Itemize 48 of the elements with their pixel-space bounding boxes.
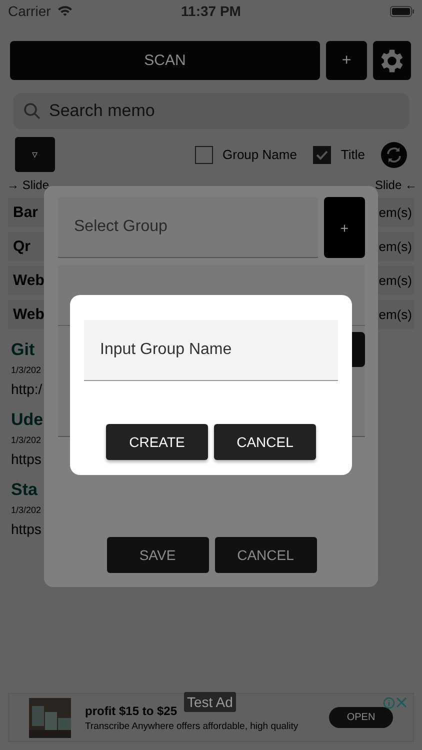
- memo-title[interactable]: Ude: [11, 407, 44, 433]
- ad-title: profit $15 to $25: [85, 704, 178, 718]
- memo-date: 1/3/202: [11, 505, 42, 515]
- checkbox[interactable]: [194, 146, 212, 164]
- search-bar[interactable]: Search memo: [13, 93, 409, 129]
- create-button[interactable]: CREATE: [106, 424, 208, 460]
- open-button[interactable]: OPEN: [329, 707, 393, 728]
- item-count: em(s): [378, 239, 412, 254]
- group-name-field[interactable]: Input Group Name: [84, 320, 338, 381]
- memo-date: 1/3/202: [11, 365, 42, 375]
- battery-icon: [390, 6, 414, 16]
- memo-url: http:/: [11, 381, 42, 397]
- sort-button[interactable]: ▿: [15, 137, 55, 172]
- save-button[interactable]: SAVE: [106, 537, 208, 573]
- memo-title[interactable]: Sta: [11, 477, 38, 503]
- checkbox-label: Group Name: [222, 147, 297, 162]
- group-name: Web: [13, 272, 44, 289]
- test-ad-label: Test Ad: [184, 692, 236, 712]
- item-count: em(s): [378, 205, 412, 220]
- memo-date: 1/3/202: [11, 435, 42, 445]
- wifi-icon: [56, 5, 73, 17]
- hint-text: Slide ←: [374, 178, 417, 192]
- group-name: Bar: [13, 204, 38, 221]
- ad-description: Transcribe Anywhere offers affordable, high quality: [85, 720, 298, 732]
- item-count: em(s): [378, 307, 412, 322]
- info-icon[interactable]: [383, 697, 395, 709]
- settings-button[interactable]: [373, 41, 411, 80]
- group-name: Qr: [13, 238, 31, 255]
- item-count: em(s): [378, 273, 412, 288]
- carrier-label: Carrier: [8, 3, 51, 19]
- hint-text: → Slide: [7, 178, 50, 192]
- memo-url: https: [11, 521, 42, 537]
- scan-button[interactable]: SCAN: [10, 41, 320, 80]
- checkbox[interactable]: [312, 146, 331, 164]
- add-button[interactable]: +: [326, 41, 367, 80]
- memo-title[interactable]: Git: [11, 337, 35, 363]
- group-select-field[interactable]: Select Group: [58, 197, 318, 258]
- refresh-icon[interactable]: [381, 142, 407, 168]
- group-name: Web: [13, 306, 44, 323]
- status-time: 11:37 PM: [181, 3, 241, 19]
- cancel-button[interactable]: CANCEL: [214, 424, 316, 460]
- cancel-button[interactable]: CANCEL: [214, 537, 316, 573]
- search-icon: [23, 102, 41, 120]
- checkbox-label: Title: [340, 147, 365, 162]
- search-field[interactable]: Search memo: [47, 100, 399, 122]
- memo-url: https: [11, 451, 42, 467]
- ad-banner[interactable]: profit $15 to $25 Transcribe Anywhere offers affordable, high quality OPEN Test Ad: [8, 693, 414, 742]
- add-group-button[interactable]: +: [324, 197, 365, 258]
